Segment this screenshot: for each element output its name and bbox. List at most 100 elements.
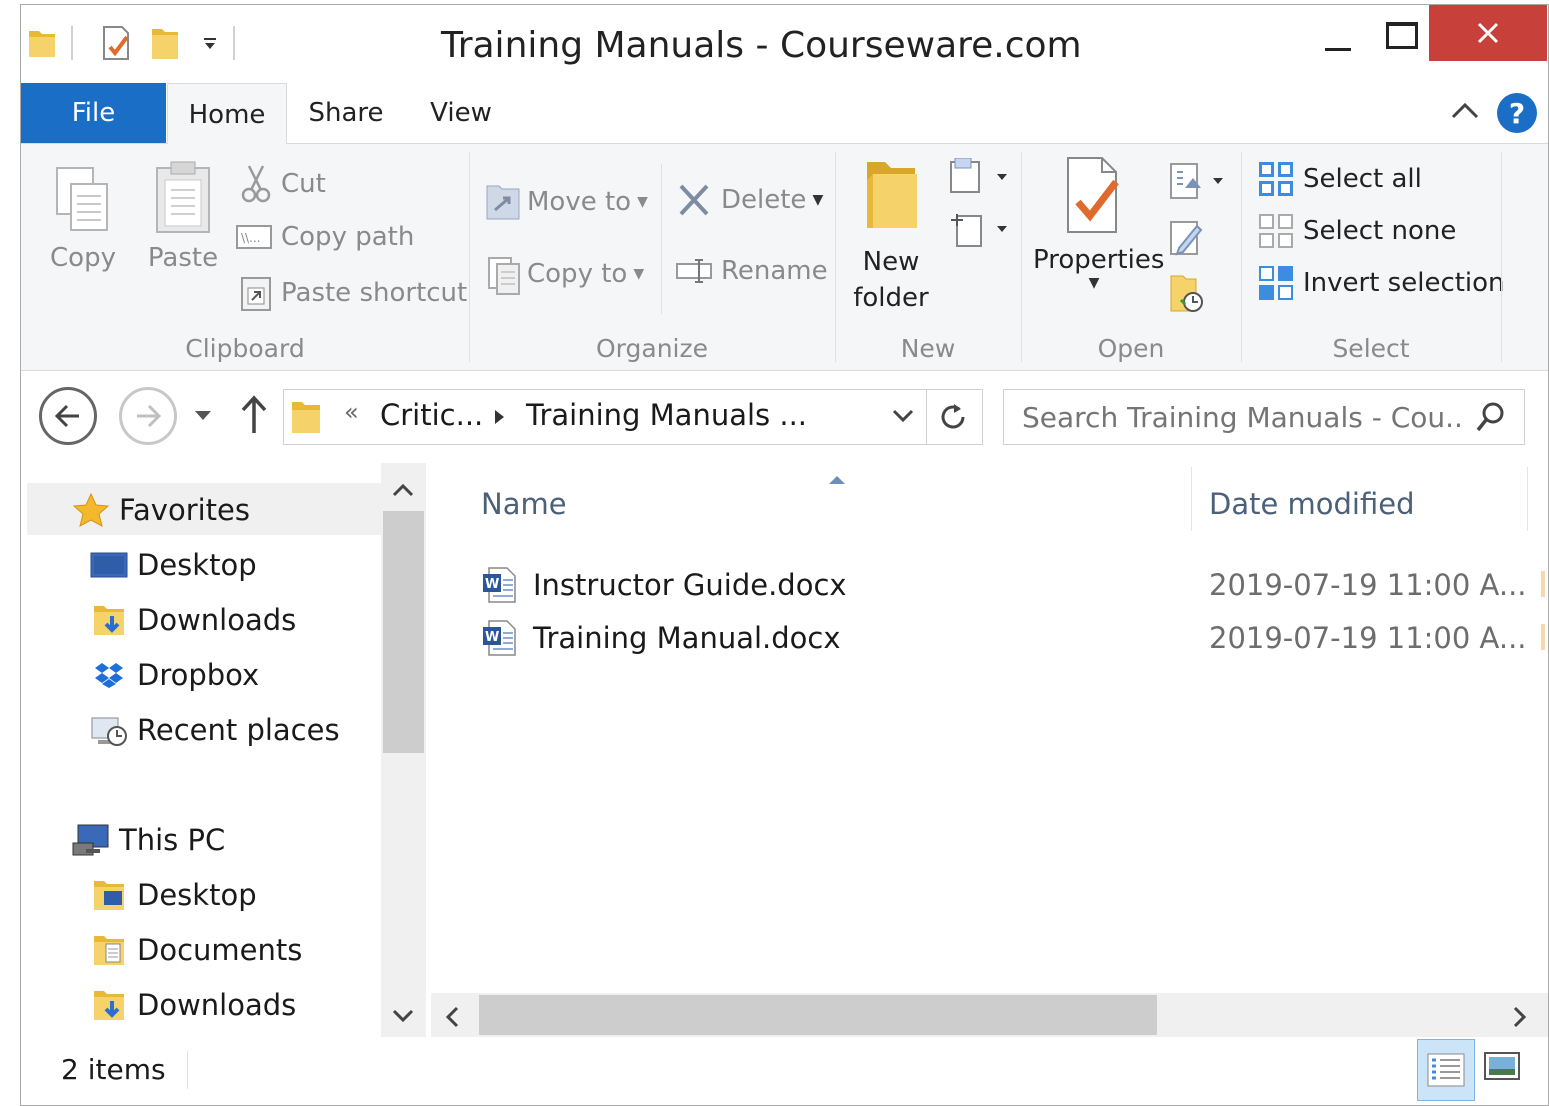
downloads-folder-icon [89,987,129,1023]
nav-pc-documents[interactable]: Documents [89,925,302,975]
move-to-label: Move to [527,187,632,217]
scroll-left-button[interactable] [443,1005,463,1033]
refresh-icon [941,404,965,429]
nav-pane-scroll-thumb[interactable] [383,511,424,753]
breadcrumb-item[interactable]: Critic... [380,398,483,432]
file-row[interactable]: W Training Manual.docx [481,614,841,662]
computer-icon [71,823,111,857]
paste-shortcut-button[interactable]: Paste shortcut [239,274,467,312]
copy-path-icon: \\... [236,225,272,249]
details-view-icon [1427,1053,1465,1087]
nav-fav-recent-places[interactable]: Recent places [89,705,340,755]
organize-group-label: Organize [596,334,708,363]
chevron-left-icon [445,1006,459,1028]
close-button[interactable] [1429,5,1547,61]
breadcrumb-overflow[interactable]: « [344,398,359,426]
copy-to-button[interactable]: Copy to ▼ [485,252,644,296]
edit-button[interactable] [1167,216,1207,260]
easy-access-button[interactable] [949,210,1009,250]
forward-button[interactable] [119,387,177,445]
word-document-icon: W [481,619,519,657]
help-icon[interactable]: ? [1497,93,1537,133]
open-icon [1170,163,1223,199]
scroll-up-button[interactable] [391,481,415,505]
navigation-pane: Favorites Desktop Downloads Dropbox Rece… [21,463,426,1037]
nav-label: Downloads [137,988,297,1022]
nav-favorites[interactable]: Favorites [71,485,250,535]
scroll-right-button[interactable] [1509,1005,1529,1033]
new-folder-button[interactable]: New folder [849,154,933,316]
new-item-button[interactable] [949,157,1009,198]
nav-label: Recent places [137,713,340,747]
tab-home[interactable]: Home [167,83,287,145]
select-all-button[interactable]: Select all [1257,160,1422,198]
svg-text:W: W [485,630,499,645]
nav-label: Desktop [137,878,257,912]
downloads-folder-icon [89,602,129,638]
open-button[interactable] [1167,160,1227,204]
paste-button[interactable]: Paste [143,158,223,273]
tab-file[interactable]: File [21,83,166,143]
nav-this-pc[interactable]: This PC [71,815,225,865]
copy-button[interactable]: Copy [43,162,123,273]
paste-shortcut-icon [241,277,271,311]
file-row[interactable]: W Instructor Guide.docx [481,561,847,609]
select-all-icon [1259,162,1293,196]
scroll-down-button[interactable] [391,1005,415,1029]
nav-fav-dropbox[interactable]: Dropbox [89,650,259,700]
nav-pc-desktop[interactable]: Desktop [89,870,257,920]
explorer-window: Training Manuals - Courseware.com File H… [20,4,1549,1106]
easy-access-icon [951,214,1007,247]
edit-icon [1170,221,1203,256]
up-button[interactable] [239,393,269,437]
nav-fav-downloads[interactable]: Downloads [89,595,296,645]
sort-ascending-icon [827,471,847,490]
search-icon[interactable] [1474,400,1508,438]
new-group-label: New [900,334,956,363]
column-header-date-modified[interactable]: Date modified [1209,487,1415,521]
maximize-button[interactable] [1375,17,1429,53]
copy-path-button[interactable]: \\... Copy path [235,222,414,252]
column-header-name[interactable]: Name [481,487,567,521]
invert-selection-button[interactable]: Invert selection [1257,264,1505,302]
search-input[interactable] [1020,398,1464,436]
refresh-button[interactable] [936,400,970,438]
large-icons-view-icon [1484,1052,1520,1080]
customize-quick-access-icon[interactable] [197,23,223,63]
address-bar[interactable]: « Critic... Training Manuals ... [283,389,983,445]
collapse-ribbon-button[interactable] [1449,97,1485,129]
back-button[interactable] [39,387,97,445]
rename-button[interactable]: Rename [675,256,828,286]
breadcrumb-item[interactable]: Training Manuals ... [526,398,807,432]
nav-label: Downloads [137,603,297,637]
cut-button[interactable]: Cut [239,164,326,204]
new-folder-quick-icon[interactable] [147,23,183,63]
properties-button[interactable]: Properties ▼ [1033,154,1164,291]
history-button[interactable] [1167,272,1207,316]
large-icons-view-button[interactable] [1483,1051,1523,1087]
address-dropdown-button[interactable] [890,404,916,432]
nav-fav-desktop[interactable]: Desktop [89,540,257,590]
new-item-icon [950,157,1007,193]
move-to-button[interactable]: Move to ▼ [485,180,648,224]
delete-icon [679,184,709,216]
history-icon [1170,275,1203,312]
recent-locations-button[interactable] [191,405,215,425]
invert-selection-label: Invert selection [1303,268,1505,298]
desktop-icon [89,550,129,580]
delete-button[interactable]: Delete ▼ [675,180,823,220]
horizontal-scroll-thumb[interactable] [479,995,1157,1035]
search-box[interactable] [1003,389,1525,445]
back-arrow-icon [54,404,79,428]
chevron-up-icon [392,483,414,497]
tab-share[interactable]: Share [296,83,396,143]
select-none-button[interactable]: Select none [1257,212,1456,250]
properties-quick-icon[interactable] [97,23,137,63]
details-view-button[interactable] [1417,1039,1475,1101]
paste-shortcut-label: Paste shortcut [281,278,468,308]
chevron-right-icon[interactable] [492,408,506,430]
nav-pc-downloads[interactable]: Downloads [89,980,296,1030]
tab-view[interactable]: View [413,83,509,143]
minimize-button[interactable] [1311,27,1365,57]
window-title: Training Manuals - Courseware.com [441,25,1082,66]
